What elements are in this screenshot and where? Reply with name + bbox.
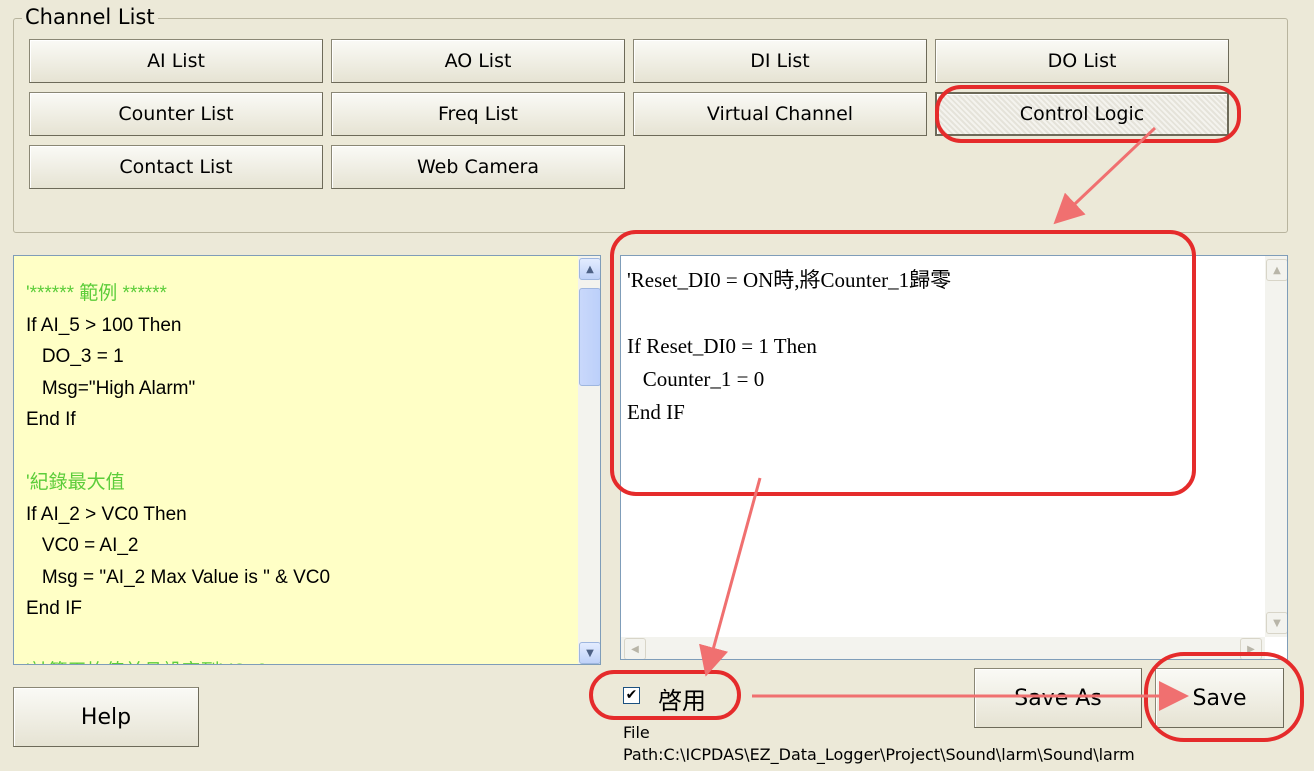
freq-list-button[interactable]: Freq List [331,92,625,136]
ai-list-button[interactable]: AI List [29,39,323,83]
scroll-left-arrow-icon[interactable]: ◀ [624,638,646,659]
enable-highlight [589,670,741,720]
example-code-line: End If [26,409,76,430]
counter-list-button[interactable]: Counter List [29,92,323,136]
scroll-down-arrow-icon[interactable]: ▼ [1266,612,1287,634]
example-code-text: '****** 範例 ****** If AI_5 > 100 Then DO_… [26,278,331,664]
ao-list-button[interactable]: AO List [331,39,625,83]
example-code-line: DO_3 = 1 [26,346,124,367]
example-code-line: Msg="High Alarm" [26,377,196,399]
example-code-line: Msg = "AI_2 Max Value is " & VC0 [26,566,331,588]
logic-vertical-scrollbar[interactable]: ▲ ▼ [1265,256,1287,637]
scroll-down-arrow-icon[interactable]: ▼ [579,642,600,664]
example-code-line: VC0 = AI_2 [26,535,139,556]
do-list-button[interactable]: DO List [935,39,1229,83]
example-code-line: '紀錄最大值 [26,472,125,493]
channel-list-title: Channel List [22,4,158,30]
scroll-up-arrow-icon[interactable]: ▲ [579,258,600,280]
example-code-line: If AI_2 > VC0 Then [26,503,187,525]
example-code-line: End IF [26,598,82,619]
web-camera-button[interactable]: Web Camera [331,145,625,189]
contact-list-button[interactable]: Contact List [29,145,323,189]
di-list-button[interactable]: DI List [633,39,927,83]
logic-editor-highlight [610,230,1196,496]
example-vertical-scrollbar[interactable]: ▲ ▼ [578,256,600,664]
example-code-editor[interactable]: '****** 範例 ****** If AI_5 > 100 Then DO_… [13,255,601,665]
save-as-button[interactable]: Save As [974,668,1142,728]
example-code-line: If AI_5 > 100 Then [26,314,182,336]
save-highlight [1144,652,1304,742]
virtual-channel-button[interactable]: Virtual Channel [633,92,927,136]
file-path-value: Path:C:\ICPDAS\EZ_Data_Logger\Project\So… [623,745,1135,764]
example-code-line: '****** 範例 ****** [26,283,167,304]
control-logic-highlight [935,85,1241,143]
example-code-line: '計算平均值並且設定到VC_2 [26,661,267,664]
scroll-thumb[interactable] [579,288,600,386]
scroll-up-arrow-icon[interactable]: ▲ [1266,259,1287,281]
help-button[interactable]: Help [13,687,199,747]
